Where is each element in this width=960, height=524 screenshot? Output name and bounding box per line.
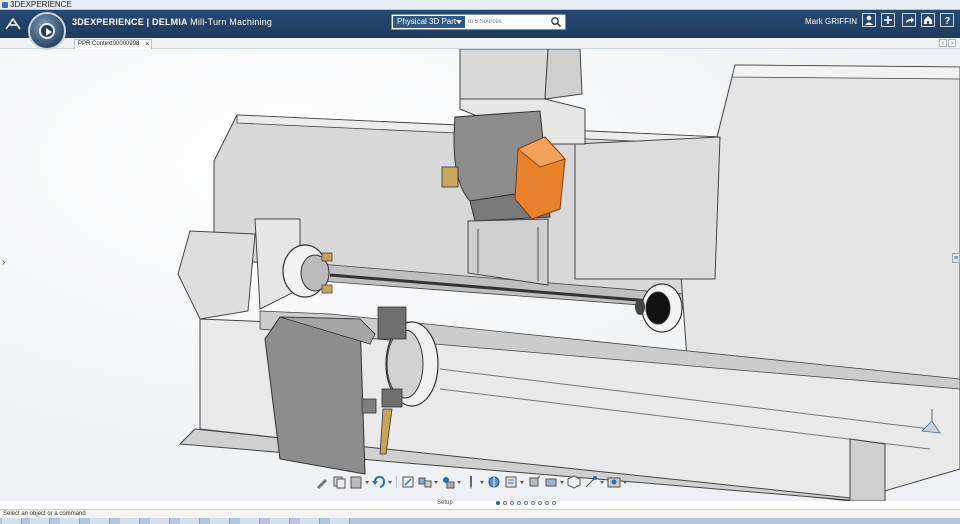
compass-icon[interactable] bbox=[583, 474, 599, 490]
copy-icon[interactable] bbox=[331, 474, 347, 490]
brand-name: DELMIA bbox=[152, 17, 188, 27]
taskbar-item[interactable] bbox=[90, 518, 110, 524]
status-bar: Select an object or a command bbox=[0, 509, 960, 518]
os-window-title: 3DEXPERIENCE bbox=[10, 0, 72, 9]
part-icon[interactable] bbox=[440, 474, 456, 490]
page-dot[interactable] bbox=[524, 501, 528, 505]
user-icon[interactable] bbox=[862, 13, 876, 27]
view-icon[interactable] bbox=[566, 474, 582, 490]
action-bar bbox=[314, 474, 646, 490]
taskbar-item[interactable] bbox=[30, 518, 50, 524]
start-button[interactable] bbox=[2, 518, 22, 524]
top-bar: 3DEXPERIENCE | DELMIA Mill-Turn Machinin… bbox=[0, 10, 960, 50]
chevron-down-icon[interactable] bbox=[365, 474, 370, 490]
add-icon[interactable] bbox=[881, 13, 895, 27]
share-icon[interactable] bbox=[902, 13, 916, 27]
ds-logo-icon bbox=[4, 15, 24, 33]
tab-ppr-context[interactable]: PPR Context00000998 × bbox=[74, 39, 153, 49]
page-dot[interactable] bbox=[545, 501, 549, 505]
taskbar-item[interactable] bbox=[210, 518, 230, 524]
chevron-down-icon[interactable] bbox=[434, 474, 439, 490]
taskbar-item[interactable] bbox=[120, 518, 140, 524]
chevron-left-icon[interactable]: ‹ bbox=[939, 39, 947, 47]
taskbar-item[interactable] bbox=[300, 518, 320, 524]
chevron-down-icon[interactable] bbox=[388, 474, 393, 490]
app-icon bbox=[2, 2, 8, 8]
program-icon[interactable] bbox=[503, 474, 519, 490]
user-name[interactable]: Mark GRIFFIN bbox=[805, 17, 857, 26]
operation-icon[interactable] bbox=[486, 474, 502, 490]
svg-text:?: ? bbox=[944, 16, 950, 26]
tab-label: PPR Context00000998 bbox=[78, 41, 140, 47]
page-dot[interactable] bbox=[552, 501, 556, 505]
page-dot[interactable] bbox=[503, 501, 507, 505]
chevron-down-icon[interactable] bbox=[457, 474, 462, 490]
page-dot[interactable] bbox=[496, 501, 500, 505]
app-name: Mill-Turn Machining bbox=[190, 17, 273, 27]
chevron-down-icon[interactable] bbox=[520, 474, 525, 490]
stock-icon[interactable] bbox=[526, 474, 542, 490]
os-title-bar: 3DEXPERIENCE bbox=[0, 0, 960, 10]
help-icon[interactable]: ? bbox=[940, 13, 954, 27]
search-box: Physical 3D Part bbox=[391, 14, 566, 30]
page-dot[interactable] bbox=[517, 501, 521, 505]
tool-icon[interactable] bbox=[463, 474, 479, 490]
sim-icon[interactable] bbox=[606, 474, 622, 490]
panel-toggle-icon[interactable]: ≡ bbox=[952, 253, 960, 263]
search-icon[interactable] bbox=[550, 16, 562, 28]
chevron-down-icon[interactable] bbox=[560, 474, 565, 490]
separator bbox=[396, 476, 397, 488]
chevron-right-icon[interactable]: › bbox=[2, 257, 5, 268]
page-dot[interactable] bbox=[531, 501, 535, 505]
fixture-icon[interactable] bbox=[543, 474, 559, 490]
close-icon[interactable]: × bbox=[145, 40, 149, 49]
page-dot[interactable] bbox=[510, 501, 514, 505]
app-brand: 3DEXPERIENCE | DELMIA Mill-Turn Machinin… bbox=[72, 17, 272, 27]
tab-nav: ‹ › bbox=[938, 39, 956, 47]
action-bar-pager bbox=[496, 501, 556, 505]
search-scope-dropdown[interactable]: Physical 3D Part bbox=[393, 16, 465, 28]
status-message: Select an object or a command bbox=[3, 511, 86, 517]
brush-icon[interactable] bbox=[314, 474, 330, 490]
3d-viewport[interactable]: › ≡ bbox=[0, 49, 960, 501]
chevron-down-icon[interactable] bbox=[623, 474, 628, 490]
taskbar-item[interactable] bbox=[240, 518, 260, 524]
paste-icon[interactable] bbox=[348, 474, 364, 490]
taskbar-item[interactable] bbox=[180, 518, 200, 524]
search-scope-label: Physical 3D Part bbox=[397, 17, 457, 26]
fit-all-icon[interactable] bbox=[400, 474, 416, 490]
undo-icon[interactable] bbox=[371, 474, 387, 490]
chevron-down-icon[interactable] bbox=[480, 474, 485, 490]
tab-strip: PPR Context00000998 × ‹ › bbox=[0, 38, 960, 49]
chevron-right-icon[interactable]: › bbox=[948, 39, 956, 47]
page-dot[interactable] bbox=[538, 501, 542, 505]
machine-model[interactable] bbox=[0, 49, 960, 501]
compass-icon[interactable] bbox=[28, 12, 66, 50]
chevron-down-icon bbox=[456, 20, 462, 24]
align-icon[interactable] bbox=[417, 474, 433, 490]
chevron-down-icon[interactable] bbox=[600, 474, 605, 490]
home-icon[interactable] bbox=[921, 13, 935, 27]
search-input[interactable] bbox=[468, 16, 548, 28]
os-taskbar bbox=[0, 518, 960, 524]
play-icon[interactable] bbox=[39, 23, 55, 39]
taskbar-item[interactable] bbox=[150, 518, 170, 524]
taskbar-item[interactable] bbox=[330, 518, 350, 524]
taskbar-item[interactable] bbox=[60, 518, 80, 524]
brand-prefix: 3DEXPERIENCE | bbox=[72, 17, 153, 27]
taskbar-item[interactable] bbox=[270, 518, 290, 524]
action-bar-section-label[interactable]: Setup bbox=[437, 500, 453, 506]
